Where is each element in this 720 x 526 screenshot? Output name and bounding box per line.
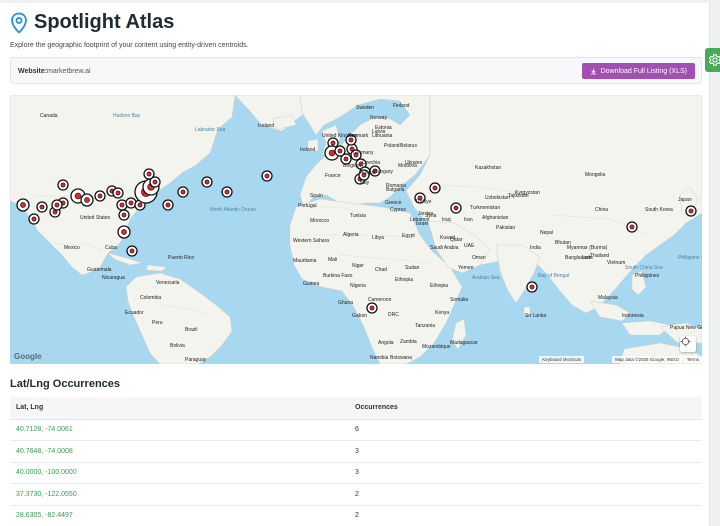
occurrence-count: 3: [355, 440, 702, 463]
map-marker[interactable]: [526, 281, 538, 293]
table-row: 40.7648, -74.0008 3: [10, 440, 702, 463]
map-marker[interactable]: [94, 190, 106, 202]
main-card: Spotlight Atlas Explore the geographic f…: [0, 3, 710, 526]
map-data-attribution: Map data ©2025 Google, INEGI: [612, 356, 682, 363]
map-marker[interactable]: [350, 149, 362, 161]
website-label: Website:: [18, 68, 48, 75]
map-canvas: [10, 95, 702, 364]
download-label: Download Full Listing (XLS): [600, 67, 687, 75]
map-marker[interactable]: [118, 209, 130, 221]
world-map[interactable]: Canada Hudson Bay Labrador Sea Iceland Finla…: [10, 95, 702, 364]
latlng-link[interactable]: 40.7648, -74.0008: [16, 448, 73, 455]
map-marker[interactable]: [177, 186, 189, 198]
map-marker[interactable]: [36, 201, 48, 213]
table-row: 28.6305, -82.4497 2: [10, 505, 702, 526]
table-row: 40.0000, -100.0000 3: [10, 462, 702, 484]
map-marker[interactable]: [201, 176, 213, 188]
map-marker[interactable]: [57, 179, 69, 191]
occurrences-table: Lat, Lng Occurrences 40.7128, -74.0061 6…: [10, 397, 702, 526]
map-marker[interactable]: [125, 197, 137, 209]
map-marker[interactable]: [450, 202, 462, 214]
download-icon: [590, 68, 596, 74]
map-marker[interactable]: [261, 170, 273, 182]
map-marker[interactable]: [685, 205, 697, 217]
latlng-link[interactable]: 40.0000, -100.0000: [16, 469, 77, 476]
map-marker[interactable]: [429, 182, 441, 194]
google-logo: Google: [14, 352, 42, 361]
occurrence-count: 2: [355, 483, 702, 506]
occurrence-count: 6: [355, 419, 702, 441]
location-pin-icon: [11, 12, 27, 34]
map-marker[interactable]: [358, 169, 370, 181]
download-listing-button[interactable]: Download Full Listing (XLS): [581, 63, 695, 79]
map-marker[interactable]: [345, 134, 357, 146]
map-marker[interactable]: [51, 199, 63, 211]
map-marker[interactable]: [162, 199, 174, 211]
map-marker[interactable]: [626, 221, 638, 233]
crosshair-icon: [680, 336, 691, 347]
column-header-occurrences: Occurrences: [355, 397, 702, 420]
map-marker[interactable]: [16, 198, 30, 212]
website-value: marketbrew.ai: [47, 68, 91, 75]
table-row: 40.7128, -74.0061 6: [10, 419, 702, 441]
table-header-row: Lat, Lng Occurrences: [10, 397, 702, 420]
map-marker[interactable]: [80, 193, 94, 207]
column-header-latlng: Lat, Lng: [10, 397, 355, 420]
map-marker[interactable]: [116, 199, 128, 211]
map-marker[interactable]: [366, 302, 378, 314]
map-marker[interactable]: [117, 225, 131, 239]
website-bar: Website: marketbrew.ai Download Full Lis…: [10, 57, 702, 84]
settings-tab[interactable]: [705, 48, 720, 72]
map-marker[interactable]: [112, 187, 124, 199]
occurrence-count: 3: [355, 462, 702, 484]
map-marker[interactable]: [126, 245, 138, 257]
latlng-link[interactable]: 28.6305, -82.4497: [16, 512, 73, 519]
map-marker[interactable]: [221, 186, 233, 198]
page-subtitle: Explore the geographic footprint of your…: [10, 42, 249, 49]
latlng-link[interactable]: 40.7128, -74.0061: [16, 426, 73, 433]
map-marker[interactable]: [414, 192, 426, 204]
map-marker[interactable]: [369, 165, 381, 177]
section-title: Lat/Lng Occurrences: [10, 378, 121, 390]
map-marker[interactable]: [149, 176, 161, 188]
table-row: 37.3730, -122.0550 2: [10, 483, 702, 506]
keyboard-shortcuts-link[interactable]: Keyboard shortcuts: [539, 356, 584, 363]
page-title: Spotlight Atlas: [34, 11, 175, 33]
map-marker[interactable]: [340, 153, 352, 165]
occurrence-count: 2: [355, 505, 702, 526]
recenter-button[interactable]: [680, 336, 696, 352]
gear-icon: [708, 54, 720, 66]
latlng-link[interactable]: 37.3730, -122.0550: [16, 491, 77, 498]
header: Spotlight Atlas: [10, 11, 174, 34]
map-marker[interactable]: [28, 213, 40, 225]
terms-link[interactable]: Terms: [683, 356, 702, 363]
